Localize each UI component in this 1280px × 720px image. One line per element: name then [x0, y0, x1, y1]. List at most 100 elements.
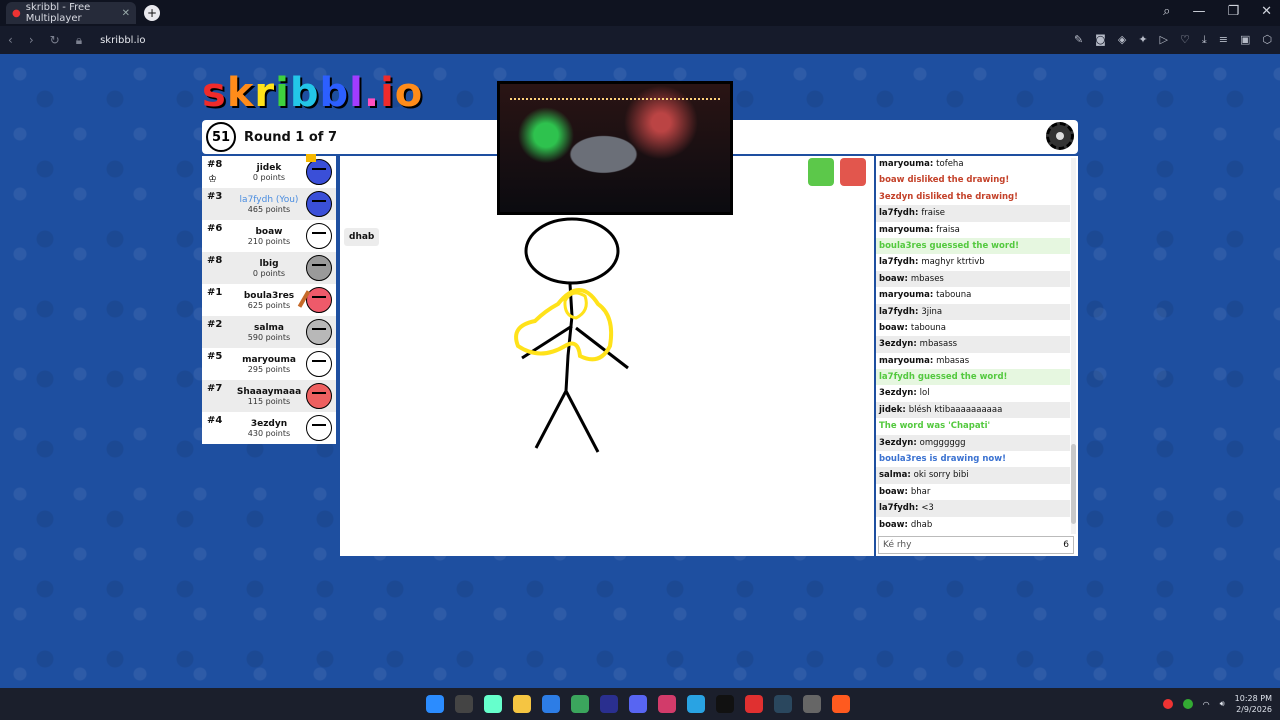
volume-icon[interactable]: 🔊︎ [1220, 699, 1225, 709]
new-tab-button[interactable]: + [144, 5, 160, 21]
extension-icon[interactable]: ✦ [1138, 33, 1147, 47]
chat-user: la7fydh [879, 503, 915, 514]
shield-icon[interactable]: ◈ [1118, 33, 1126, 47]
player-row[interactable]: #1 boula3res 625 points [202, 284, 336, 316]
game-page: skribbl.io 51 Round 1 of 7 #8 jidek 0 po… [0, 54, 1280, 688]
drawing-canvas[interactable] [340, 156, 874, 556]
player-row[interactable]: #8 lbig 0 points [202, 252, 336, 284]
player-points: 295 points [247, 364, 291, 374]
player-row[interactable]: #2 salma 590 points [202, 316, 336, 348]
taskbar-app-icon[interactable] [745, 695, 763, 713]
profile-icon[interactable]: ▣ [1240, 33, 1250, 47]
chat-system-text: 3ezdyn disliked the drawing! [879, 191, 1019, 202]
player-avatar [306, 319, 332, 345]
logo-letter: b [319, 70, 350, 116]
taskbar-app-icon[interactable] [832, 695, 850, 713]
wifi-icon[interactable]: ◠ [1203, 700, 1210, 709]
taskbar-app-icon[interactable] [600, 695, 618, 713]
chat-text: tabouna [910, 322, 946, 333]
browser-tab[interactable]: ● skribbl - Free Multiplayer ✕ [6, 2, 136, 24]
settings-gear-icon[interactable] [1046, 122, 1074, 150]
taskbar-app-icon[interactable] [542, 695, 560, 713]
lock-icon: 🔒︎ [75, 32, 83, 47]
chat-scrollbar[interactable] [1071, 158, 1076, 534]
player-rank: #4 [207, 415, 223, 426]
player-avatar [306, 415, 332, 441]
chat-message: maryouma: tabouna [876, 287, 1070, 303]
play-icon[interactable]: ▷ [1160, 33, 1168, 47]
chat-messages: maryouma: tofeha boaw disliked the drawin… [876, 156, 1070, 534]
menu-icon[interactable]: ≡ [1219, 33, 1228, 47]
record-icon[interactable] [1162, 699, 1173, 709]
forward-icon[interactable]: › [29, 33, 34, 48]
taskbar-app-icon[interactable] [774, 695, 792, 713]
reload-icon[interactable]: ↻ [50, 33, 60, 48]
player-avatar [306, 287, 332, 313]
webcam-overlay [497, 81, 733, 215]
crown-outline-icon: ♔ [208, 174, 217, 185]
chat-message: 3ezdyn disliked the drawing! [876, 189, 1070, 205]
drawing-right-leg [564, 390, 600, 453]
tray-app-icon[interactable] [1182, 699, 1193, 709]
close-window-button[interactable]: ✕ [1261, 4, 1272, 19]
taskbar-app-icon[interactable] [687, 695, 705, 713]
taskbar-app-icon[interactable] [571, 695, 589, 713]
player-info: maryouma 295 points [226, 355, 312, 374]
player-row[interactable]: #7 Shaaaymaaa 115 points [202, 380, 336, 412]
cube-icon[interactable]: ⬡ [1262, 33, 1272, 47]
logo-letter: . [363, 70, 381, 116]
chat-text: lol [919, 388, 930, 399]
player-rank: #8 [207, 255, 223, 266]
chat-message: boaw: tabouna [876, 320, 1070, 336]
player-info: salma 590 points [226, 323, 312, 342]
minimize-button[interactable]: — [1192, 4, 1205, 19]
player-name: boula3res [243, 290, 295, 301]
taskbar-app-icon[interactable] [513, 695, 531, 713]
chat-text: fraisa [936, 224, 960, 235]
taskbar-app-icon[interactable] [658, 695, 676, 713]
search-icon[interactable]: ⌕ [1163, 4, 1170, 19]
back-icon[interactable]: ‹ [8, 33, 13, 48]
player-row[interactable]: #8 jidek 0 points ♔ [202, 154, 336, 188]
player-row[interactable]: #4 3ezdyn 430 points [202, 412, 336, 444]
edit-icon[interactable]: ✎ [1074, 33, 1083, 47]
chat-message: la7fydh: fraise [876, 205, 1070, 222]
thumbs-down-icon[interactable] [840, 158, 866, 186]
player-row[interactable]: #3 la7fydh (You) 465 points [202, 188, 336, 220]
taskbar-app-icon[interactable] [484, 695, 502, 713]
chat-message: la7fydh guessed the word! [876, 369, 1070, 386]
player-row[interactable]: #6 boaw 210 points [202, 220, 336, 252]
heart-icon[interactable]: ♡ [1180, 33, 1190, 47]
thumbs-up-icon[interactable] [808, 158, 834, 186]
system-tray: ◠ 🔊︎ 10:28 PM 2/9/2026 [1162, 693, 1272, 715]
logo-letter: b [289, 70, 320, 116]
chat-text: fraise [921, 208, 946, 219]
taskbar-app-icon[interactable] [426, 695, 444, 713]
window-controls: ⌕ — ❐ ✕ [1163, 4, 1272, 19]
player-rank: #6 [207, 223, 223, 234]
chat-user: maryouma [879, 224, 930, 235]
chat-text: mbasass [919, 339, 958, 350]
logo-letter: l [349, 70, 364, 116]
browser-toolbar: ✎ ◙ ◈ ✦ ▷ ♡ ⤓ ≡ ▣ ⬡ [1074, 33, 1272, 47]
clock[interactable]: 10:28 PM 2/9/2026 [1235, 693, 1272, 715]
player-info: lbig 0 points [226, 259, 312, 278]
logo-letter: r [254, 70, 276, 116]
taskbar-app-icon[interactable] [629, 695, 647, 713]
player-points: 430 points [247, 428, 291, 438]
player-rank: #8 [207, 159, 223, 170]
player-name: maryouma [242, 354, 296, 365]
taskbar-app-icon[interactable] [803, 695, 821, 713]
download-icon[interactable]: ⤓ [1202, 33, 1207, 47]
url-field[interactable]: skribbl.io [100, 35, 145, 46]
close-tab-icon[interactable]: ✕ [122, 8, 130, 19]
player-row[interactable]: #5 maryouma 295 points [202, 348, 336, 380]
camera-icon[interactable]: ◙ [1095, 33, 1106, 47]
taskbar-app-icon[interactable] [455, 695, 473, 713]
player-rank: #5 [207, 351, 223, 362]
chat-message: boaw: dhab [876, 517, 1070, 533]
chat-input[interactable]: Ké rhy 6 [878, 536, 1074, 554]
logo-letter: o [394, 70, 424, 116]
taskbar-app-icon[interactable] [716, 695, 734, 713]
maximize-button[interactable]: ❐ [1227, 4, 1239, 19]
